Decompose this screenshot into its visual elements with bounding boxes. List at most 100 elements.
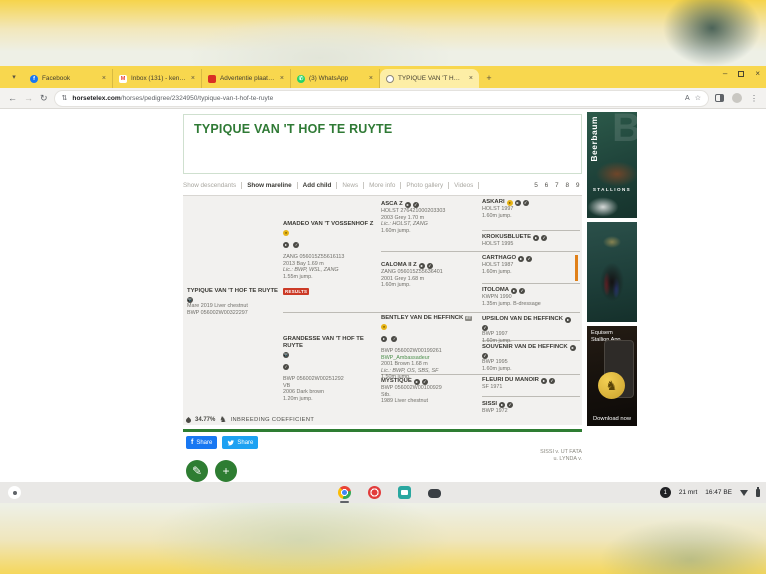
twitter-share-button[interactable]: Share <box>222 436 258 449</box>
media-icon[interactable]: ▸ <box>565 317 571 323</box>
media-icon[interactable]: ▸ <box>570 345 576 351</box>
close-tab-icon[interactable]: × <box>369 75 373 82</box>
close-tab-icon[interactable]: × <box>280 75 284 82</box>
gmail-icon: M <box>119 75 127 83</box>
horse-dam[interactable]: GRANDESSE VAN 'T HOF TE RUYTE📷 ✓ BWP 056… <box>283 336 377 402</box>
media-icon[interactable]: ▸ <box>511 288 517 294</box>
menu-show-descendants[interactable]: Show descendants <box>183 182 242 189</box>
horse-gen3-bentley[interactable]: BENTLEY VAN DE HEFFINCKET● ▸ ✓ BWP 05600… <box>381 315 478 381</box>
add-button[interactable]: + <box>215 460 237 482</box>
share-bar: f Share Share <box>186 436 258 449</box>
menu-more-info[interactable]: More info <box>364 182 401 189</box>
ad-equisem-app[interactable]: Equisem Stallion App ♞ Download now <box>587 326 637 426</box>
browser-menu-icon[interactable]: ⋮ <box>750 94 758 103</box>
back-button[interactable]: ← <box>8 94 17 103</box>
horse-name: TYPIQUE VAN 'T HOF TE RUYTE <box>187 288 278 295</box>
shelf-date[interactable]: 21 mrt <box>679 489 697 496</box>
horse-name: AMADEO VAN 'T VOSSENHOF Z <box>283 221 373 228</box>
app-icon-red[interactable] <box>368 486 381 499</box>
horse-name: ITOLOMA <box>482 287 509 294</box>
facebook-icon: f <box>191 439 193 446</box>
tab-inbox[interactable]: M Inbox (131) - ken.deruyte@g... × <box>113 69 202 88</box>
horse-detail: 1989 Liver chestnut <box>381 398 478 405</box>
horse-title-box: TYPIQUE VAN 'T HOF TE RUYTE <box>183 114 582 174</box>
close-tab-icon[interactable]: × <box>191 75 195 82</box>
media-icon[interactable]: ▸ <box>414 379 420 385</box>
menu-add-child[interactable]: Add child <box>298 182 338 189</box>
menu-photo-gallery[interactable]: Photo gallery <box>401 182 449 189</box>
horse-gen4-askari[interactable]: ASKARI●▸✓ HOLST 1997 1.60m jump. <box>482 199 578 219</box>
status-tray[interactable]: 1 21 mrt 16:47 BE <box>660 482 760 503</box>
new-tab-button[interactable]: + <box>482 71 496 85</box>
edit-button[interactable]: ✎ <box>186 460 208 482</box>
media-icon[interactable]: ▸ <box>541 378 547 384</box>
horse-gen3-caloma[interactable]: CALOMA II Z▸✓ ZANG 056015Z55636401 2001 … <box>381 262 478 289</box>
blood-drop-icon <box>185 416 192 423</box>
horse-name: KROKUSBLUETE <box>482 234 531 241</box>
et-badge: ET <box>465 316 472 321</box>
tab-typique-active[interactable]: TYPIQUE VAN 'T HOF TE RUYT × <box>380 69 479 88</box>
media-icon[interactable]: ▸ <box>499 402 505 408</box>
horse-sire[interactable]: AMADEO VAN 'T VOSSENHOF Z● ▸ ✓ ZANG 0560… <box>283 221 377 298</box>
facebook-share-button[interactable]: f Share <box>186 436 217 449</box>
generation-pagination[interactable]: 5 6 7 8 9 <box>534 182 582 189</box>
site-info-icon[interactable]: ⇅ <box>62 94 68 102</box>
horse-gen4-itoloma[interactable]: ITOLOMA▸✓ KWPN 1990 1.35m jump. B-dressa… <box>482 287 578 307</box>
verified-icon: ✓ <box>293 242 299 248</box>
whatsapp-icon: ✆ <box>297 75 305 83</box>
horse-gen4-sissi[interactable]: SISSI▸✓ BWP 1972 <box>482 401 578 415</box>
menu-videos[interactable]: Videos <box>449 182 479 189</box>
ad-beerbaum-stallions[interactable]: B Beerbaum STALLIONS <box>587 112 637 218</box>
media-icon[interactable]: ▸ <box>381 336 387 342</box>
chrome-icon[interactable] <box>338 486 351 499</box>
profile-avatar[interactable] <box>732 93 742 103</box>
verified-icon: ✓ <box>507 402 513 408</box>
menu-news[interactable]: News <box>337 182 364 189</box>
ad-dressage-horse[interactable] <box>587 222 637 322</box>
menu-show-mareline[interactable]: Show mareline <box>242 182 297 189</box>
tab-advertentie[interactable]: Advertentie plaatsen 478482... × <box>202 69 291 88</box>
app-icon-dark[interactable] <box>428 489 441 498</box>
results-badge[interactable]: RESULTS <box>283 288 309 295</box>
horse-subject[interactable]: TYPIQUE VAN 'T HOF TE RUYTE📷 Mare 2019 L… <box>187 288 279 316</box>
bookmark-star-icon[interactable]: ☆ <box>695 94 701 102</box>
tab-whatsapp[interactable]: ✆ (3) WhatsApp × <box>291 69 380 88</box>
media-icon[interactable]: ▸ <box>518 256 524 262</box>
horse-gen3-mystique[interactable]: MYSTIQUE▸✓ BWP 056002W00100929 Stb. 1989… <box>381 378 478 405</box>
horse-gen4-souvenir[interactable]: SOUVENIR VAN DE HEFFINCK▸✓ BWP 1995 1.60… <box>482 344 578 372</box>
media-icon[interactable]: ▸ <box>405 202 411 208</box>
tab-facebook[interactable]: f Facebook × <box>24 69 113 88</box>
horse-gen4-krokusbluete[interactable]: KROKUSBLUETE▸✓ HOLST 1995 <box>482 234 578 248</box>
translate-icon[interactable]: A <box>685 95 690 102</box>
horse-detail: 1.60m jump. <box>482 213 578 220</box>
maximize-button[interactable] <box>738 71 744 77</box>
media-icon[interactable]: ▸ <box>515 200 521 206</box>
media-icon[interactable]: ▸ <box>283 242 289 248</box>
verified-icon: ✓ <box>283 364 289 370</box>
horse-detail: 1.35m jump. B-dressage <box>482 301 578 308</box>
close-tab-icon[interactable]: × <box>469 75 473 82</box>
reload-button[interactable]: ↻ <box>40 94 48 103</box>
pedigree-divider <box>482 396 580 397</box>
horse-gen3-asca[interactable]: ASCA Z▸✓ HOLST 276421000203303 2003 Grey… <box>381 201 478 234</box>
equisem-logo-icon: ♞ <box>598 372 625 399</box>
tab-search-button[interactable]: ▾ <box>6 69 22 85</box>
horse-gen4-carthago[interactable]: CARTHAGO▸✓ HOLST 1987 1.60m jump. <box>482 255 578 281</box>
notification-badge[interactable]: 1 <box>660 487 671 498</box>
side-panel-icon[interactable] <box>715 94 724 102</box>
close-tab-icon[interactable]: × <box>102 75 106 82</box>
toolbar-right: ⋮ <box>715 93 758 103</box>
shelf-time[interactable]: 16:47 BE <box>705 489 732 496</box>
address-bar[interactable]: ⇅ horsetelex.com/horses/pedigree/2324950… <box>55 91 708 106</box>
screencast-icon[interactable] <box>398 486 411 499</box>
horse-gen4-fleuri[interactable]: FLEURI DU MANOIR▸✓ SF 1971 <box>482 377 578 391</box>
media-icon[interactable]: ▸ <box>533 235 539 241</box>
minimize-button[interactable]: – <box>723 69 727 78</box>
pedigree-divider <box>482 283 580 284</box>
close-window-button[interactable]: × <box>755 69 760 78</box>
url-text[interactable]: horsetelex.com/horses/pedigree/2324950/t… <box>72 95 680 102</box>
media-icon[interactable]: ▸ <box>419 263 425 269</box>
horse-gen4-upsilon[interactable]: UPSILON VAN DE HEFFINCK▸✓ BWP 1997 1.60m… <box>482 316 578 344</box>
launcher-button[interactable] <box>8 486 21 499</box>
forward-button[interactable]: → <box>24 94 33 103</box>
